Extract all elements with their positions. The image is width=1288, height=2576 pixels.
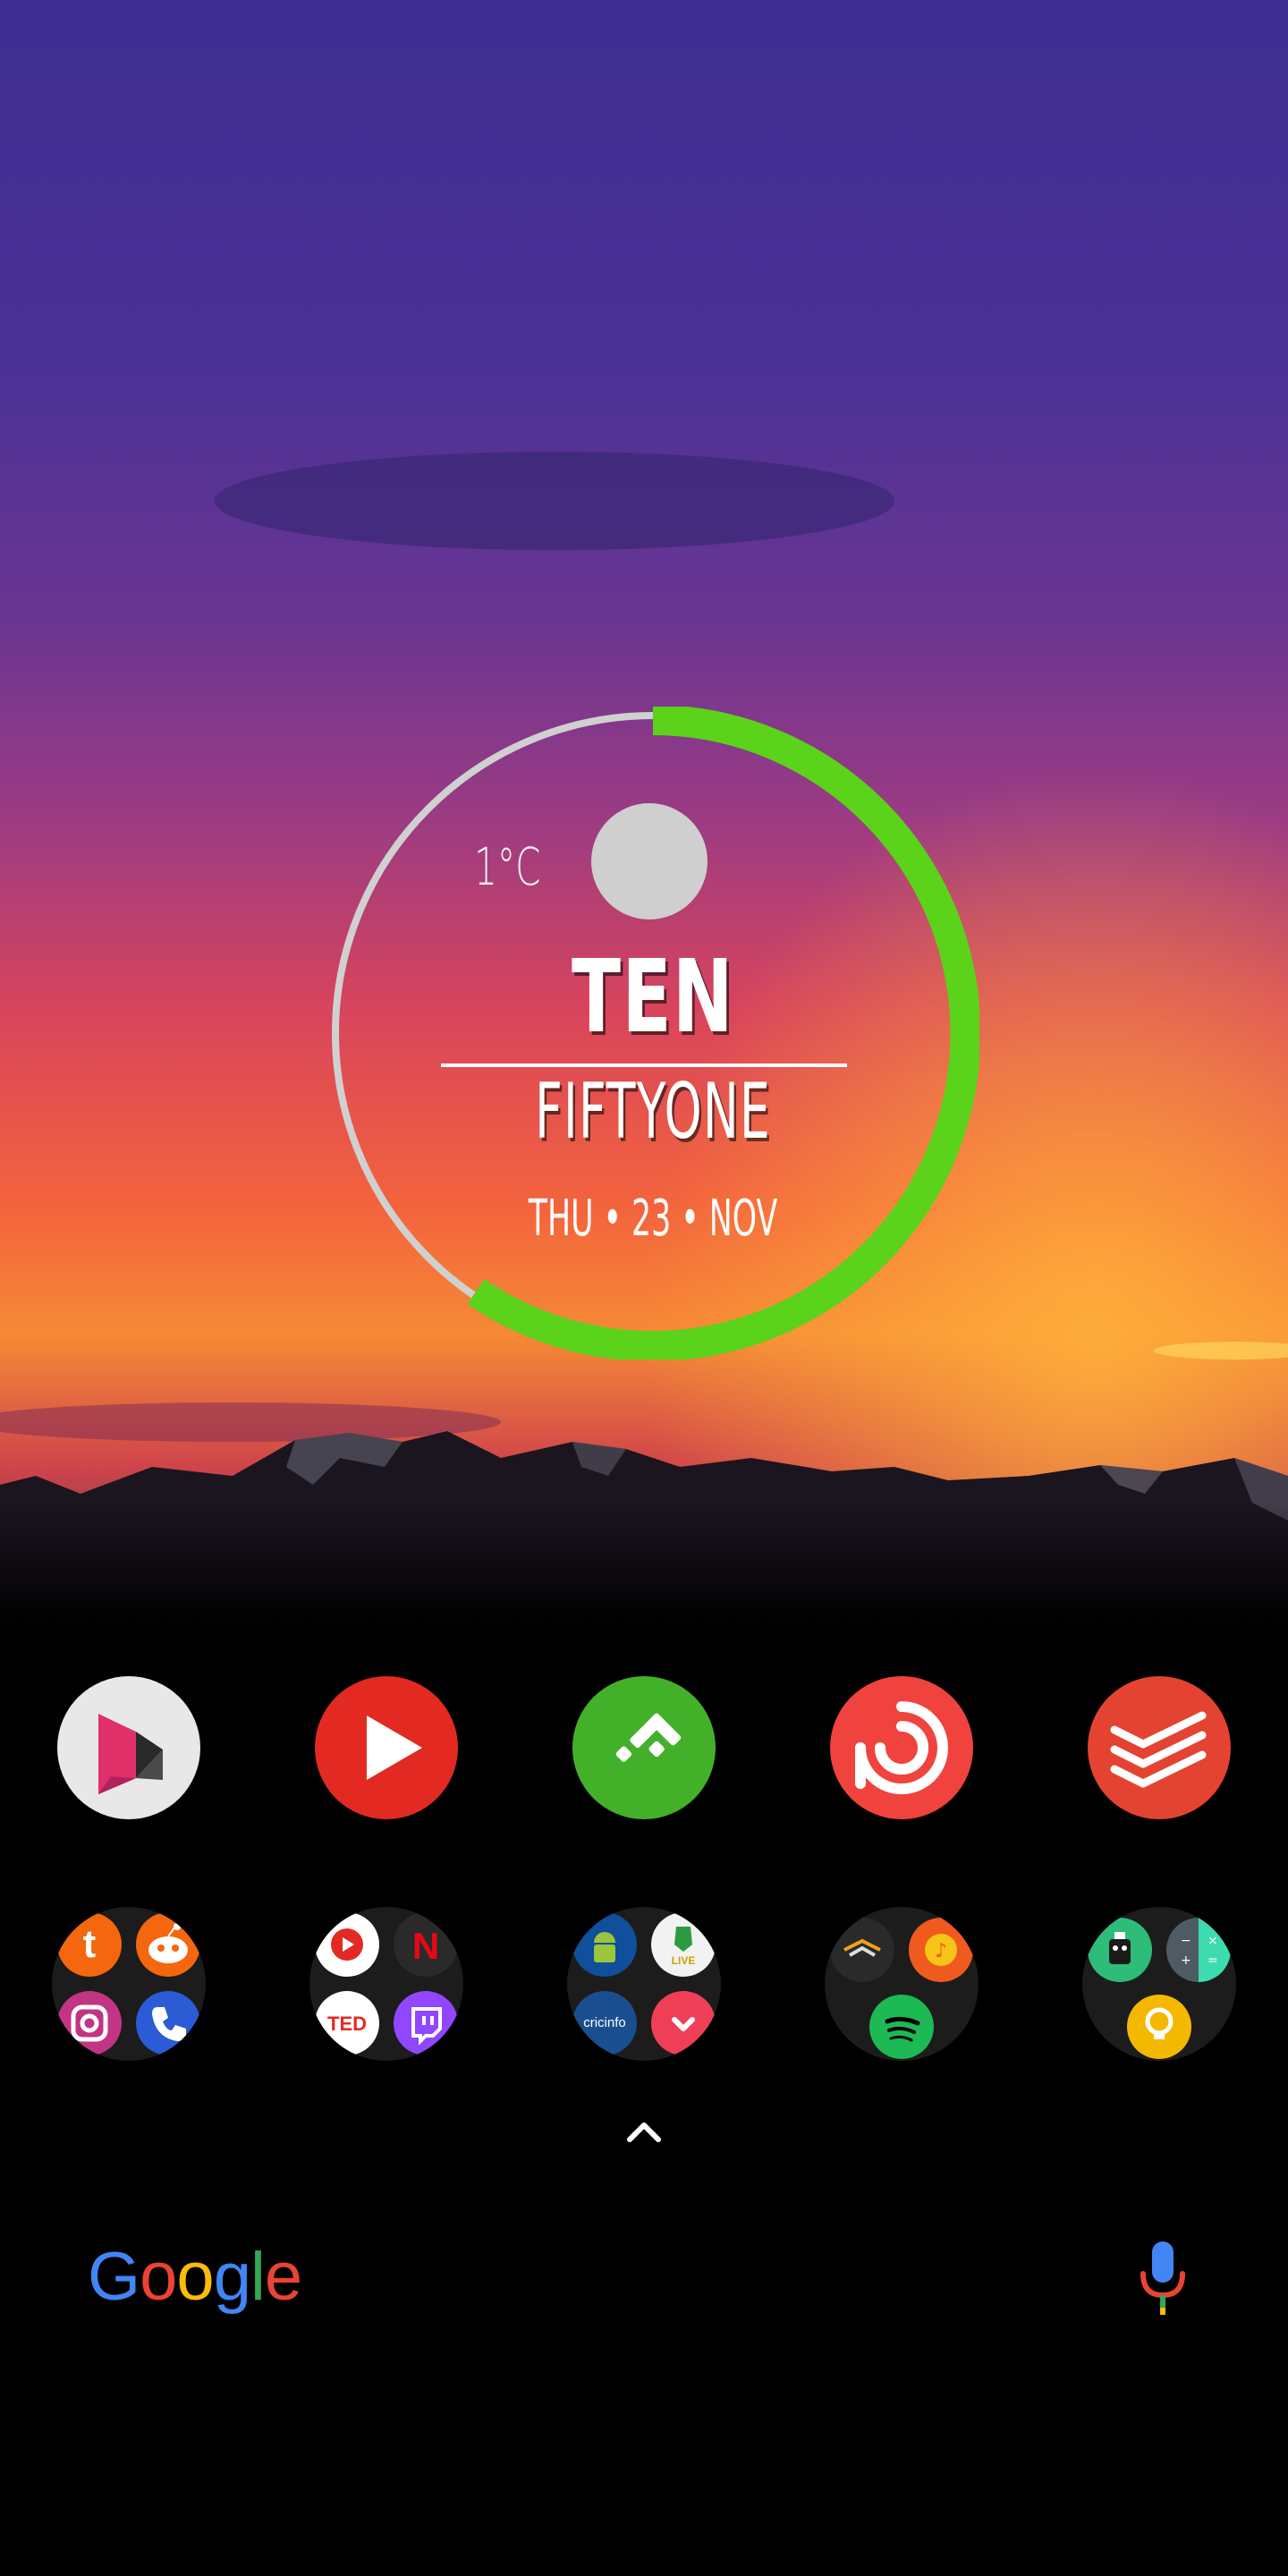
clock-widget[interactable]: 1°C TEN FIFTYONE THU • 23 • NOV (326, 707, 979, 1360)
logo-letter: l (250, 2239, 266, 2315)
svg-text:t: t (83, 1922, 97, 1966)
feedly-icon[interactable] (572, 1676, 716, 1819)
cricinfo-label: cricinfo (583, 2015, 626, 2030)
robot-app-icon (1088, 1918, 1152, 1982)
svg-text:−: − (1181, 1934, 1191, 1948)
music-player-icon: ♪ (909, 1918, 973, 1982)
chevron-up-icon[interactable] (617, 2113, 671, 2148)
moon-icon (591, 803, 708, 919)
spotify-icon (869, 1995, 934, 2059)
calculator-icon: − × + = (1166, 1918, 1231, 1982)
logo-letter: o (176, 2239, 214, 2315)
temperature-label: 1°C (474, 836, 541, 897)
svg-text:N: N (412, 1925, 439, 1967)
logo-letter: o (140, 2239, 177, 2315)
cricket-live-icon: LIVE (651, 1912, 716, 1977)
minute-label: FIFTYONE (535, 1067, 771, 1157)
youtube-icon[interactable] (315, 1676, 458, 1819)
todoist-icon[interactable] (1088, 1676, 1231, 1819)
hour-label: TEN (572, 939, 734, 1055)
tools-folder[interactable]: − × + = (1082, 1907, 1236, 2061)
date-label: THU • 23 • NOV (528, 1190, 778, 1248)
tumblr-icon: t (57, 1912, 122, 1977)
audible-icon (830, 1918, 894, 1982)
logo-letter: g (213, 2239, 251, 2315)
news-folder[interactable]: LIVE cricinfo (567, 1907, 721, 2061)
google-logo[interactable]: Google (88, 2243, 302, 2311)
logo-letter: e (264, 2239, 302, 2315)
keep-icon (1127, 1995, 1191, 2059)
svg-text:+: + (1181, 1953, 1191, 1968)
espncricinfo-icon: cricinfo (572, 1991, 637, 2055)
graphics-app-icon[interactable] (57, 1676, 200, 1819)
svg-text:×: × (1208, 1934, 1218, 1948)
phone-icon (136, 1991, 200, 2055)
music-folder[interactable]: ♪ (825, 1907, 979, 2061)
social-folder[interactable]: t (52, 1907, 206, 2061)
youtube-music-icon (315, 1912, 379, 1977)
ted-label: TED (327, 2012, 367, 2035)
reddit-icon (136, 1912, 200, 1977)
pocket-icon (651, 1991, 716, 2055)
svg-text:=: = (1208, 1953, 1218, 1968)
google-search-bar[interactable]: Google (0, 2218, 1288, 2326)
video-folder[interactable]: N TED (309, 1907, 463, 2061)
ted-icon: TED (315, 1991, 379, 2055)
android-icon (572, 1912, 637, 1977)
svg-text:♪: ♪ (935, 1940, 947, 1962)
logo-letter: G (88, 2239, 140, 2315)
live-label: LIVE (672, 1954, 696, 1967)
netflix-icon: N (394, 1912, 458, 1977)
twitch-icon (394, 1991, 458, 2055)
pocket-casts-icon[interactable] (830, 1676, 973, 1819)
instagram-icon (57, 1991, 122, 2055)
microphone-icon[interactable] (1136, 2238, 1190, 2318)
